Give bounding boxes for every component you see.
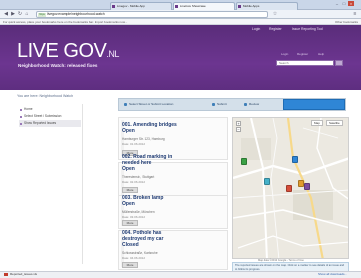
incident-status: Closed	[122, 242, 139, 248]
zoom-out-icon[interactable]: −	[236, 127, 241, 132]
incident-address: Theresienstr., Stuttgart	[122, 175, 155, 179]
incident-address: Müllerstraße, München	[122, 210, 155, 214]
zoom-in-icon[interactable]: +	[236, 121, 241, 126]
incident-date: Date: 01.06.2012	[122, 142, 146, 146]
map-marker-icon[interactable]	[304, 183, 310, 190]
header-link-register[interactable]: Register	[297, 52, 308, 56]
download-item[interactable]: Reported_issues.xls	[4, 272, 37, 277]
header-link-login[interactable]: Login	[281, 52, 288, 56]
incident-more-button[interactable]: More	[122, 187, 138, 193]
forward-icon[interactable]: ▶	[10, 11, 16, 18]
address-bar[interactable]: https livegov.example/neighbourhood-watc…	[36, 11, 268, 18]
action-review[interactable]: Review	[244, 101, 259, 108]
breadcrumb: You are here: Neighborhood Watch	[17, 94, 74, 98]
sidebar-item-select-street[interactable]: Select Street / Submission	[19, 113, 81, 120]
incident-more-button[interactable]: More	[122, 220, 138, 226]
incident-more-button[interactable]: More	[122, 262, 138, 268]
map-type-map-button[interactable]: Map	[311, 120, 323, 126]
incident-address: Schlossstraße, Karlsruhe	[122, 251, 158, 255]
header-link-help[interactable]: Help	[318, 52, 324, 56]
map-type-satellite-button[interactable]: Satellite	[326, 120, 343, 126]
url-text: livegov.example/neighbourhood-watch	[47, 12, 105, 16]
tab-label: LiveGov Showcase	[180, 4, 206, 8]
browser-tab-2[interactable]: LiveGov Showcase	[173, 2, 235, 10]
browser-tab-3[interactable]: Mobile Apps	[236, 2, 298, 10]
logo-suffix: .NL	[106, 49, 119, 59]
topnav-login[interactable]: Login	[252, 27, 260, 31]
top-nav: Login Register Issue Reporting Tool	[0, 25, 361, 35]
topnav-issue-tool[interactable]: Issue Reporting Tool	[292, 27, 323, 31]
close-icon[interactable]: ×	[348, 1, 354, 6]
reload-icon[interactable]: ↻	[17, 11, 23, 18]
incident-status: Open	[122, 128, 135, 134]
sidebar	[17, 104, 83, 264]
show-all-downloads-link[interactable]: Show all downloads...	[318, 272, 347, 277]
home-icon[interactable]: ⌂	[24, 11, 30, 18]
bookmarks-hint[interactable]: For quick access, place your bookmarks h…	[3, 20, 127, 24]
action-select-street[interactable]: Select Street or Submit Location	[124, 101, 173, 108]
incident-status: Open	[122, 201, 135, 207]
map-marker-icon[interactable]	[241, 158, 247, 165]
minimize-icon[interactable]: –	[334, 1, 340, 6]
action-submit[interactable]: Submit	[212, 101, 227, 108]
tab-label: Livegov - Mobile App	[117, 4, 145, 8]
incident-date: Date: 04.06.2012	[122, 256, 146, 260]
browser-window: Livegov - Mobile App LiveGov Showcase Mo…	[0, 0, 361, 278]
site-favicon-icon	[238, 5, 241, 8]
incident-date: Date: 02.06.2012	[122, 180, 146, 184]
map-marker-icon[interactable]	[292, 156, 298, 163]
search-icon[interactable]	[335, 60, 343, 66]
incident-date: Date: 03.06.2012	[122, 215, 146, 219]
site-logo[interactable]: LIVE GOV.NL	[17, 41, 119, 61]
site-search-input[interactable]	[276, 60, 334, 66]
topnav-register[interactable]: Register	[269, 27, 282, 31]
sidebar-item-home[interactable]: Home	[19, 106, 81, 113]
back-icon[interactable]: ◀	[3, 11, 9, 18]
incident-status: Open	[122, 166, 135, 172]
star-icon[interactable]: ☆	[272, 11, 278, 18]
site-tagline: Neighborhood Watch: released fixes	[18, 63, 98, 68]
primary-action-button[interactable]	[283, 99, 345, 110]
incident-address: Hamburger Str. 123, Hamburg	[122, 137, 165, 141]
browser-tab-1[interactable]: Livegov - Mobile App	[110, 2, 172, 10]
map-marker-icon[interactable]	[286, 185, 292, 192]
tab-label: Mobile Apps	[243, 4, 260, 8]
menu-icon[interactable]: ≡	[352, 11, 358, 18]
sidebar-item-reported-issues[interactable]: Show Reported Issues	[19, 120, 81, 127]
maximize-icon[interactable]: □	[341, 1, 347, 6]
site-favicon-icon	[112, 5, 115, 8]
secure-badge: https	[38, 13, 46, 17]
logo-main: LIVE GOV	[17, 40, 107, 62]
site-favicon-icon	[175, 5, 178, 8]
map-marker-icon[interactable]	[264, 178, 270, 185]
download-bar	[0, 271, 361, 278]
